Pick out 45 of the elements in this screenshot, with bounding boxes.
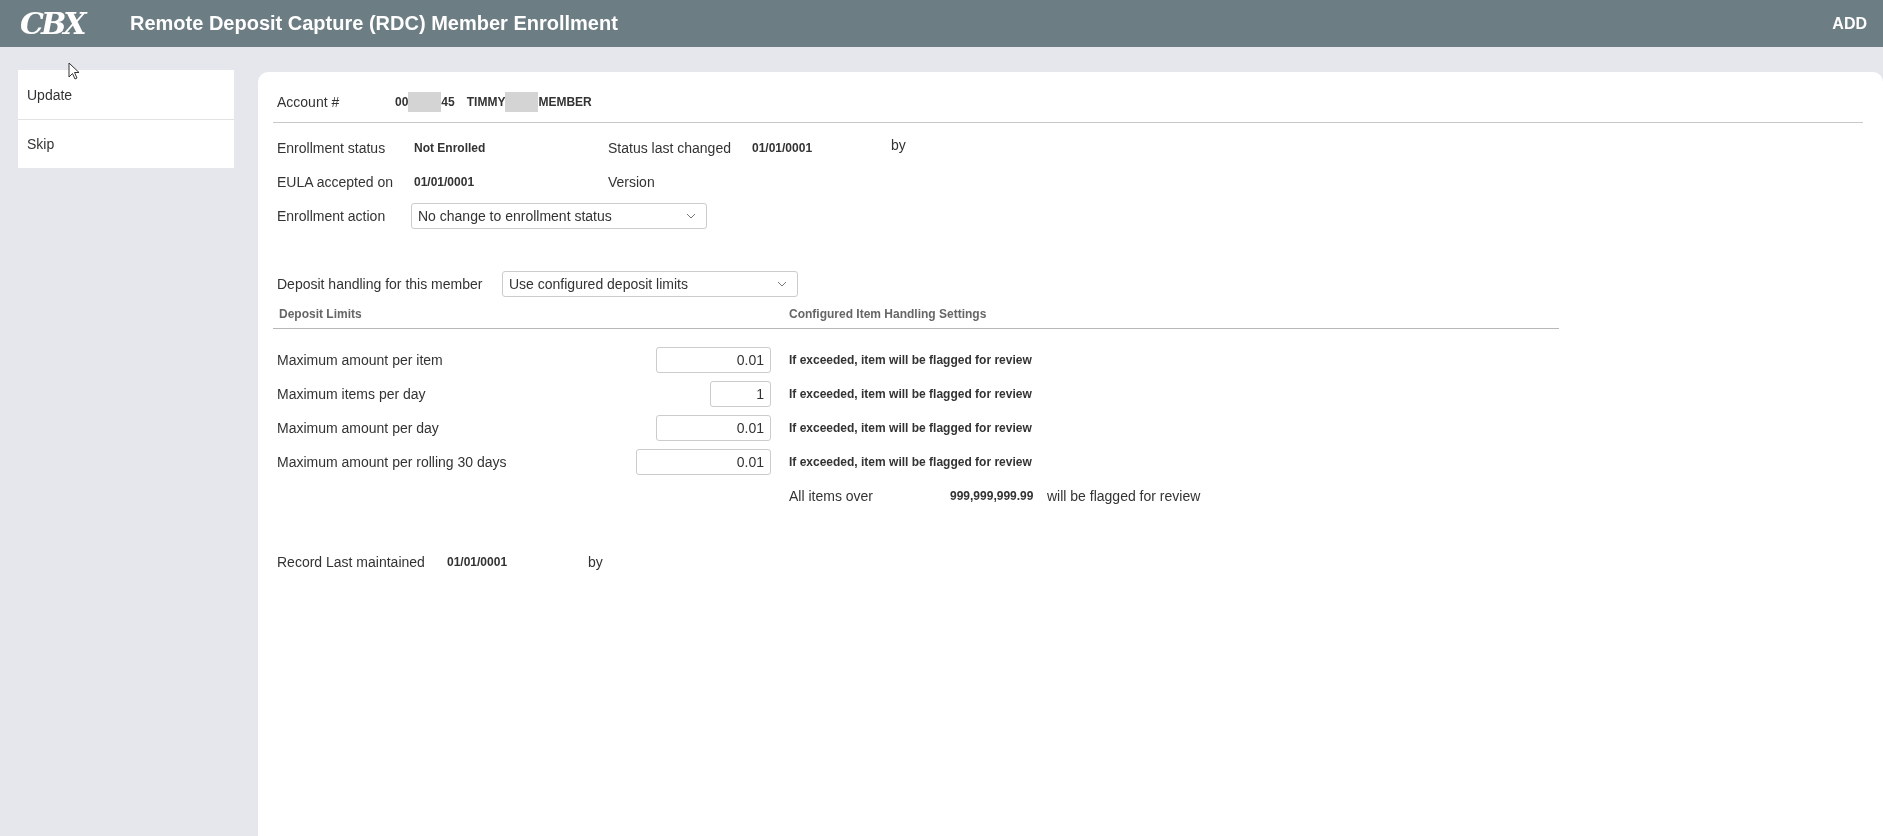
field-value: Not Enrolled: [414, 141, 487, 155]
cursor-icon: [68, 62, 80, 80]
field-value: 01/01/0001: [752, 141, 814, 155]
chevron-down-icon: [777, 281, 787, 287]
account-number: 00: [395, 95, 409, 109]
field-label: Version: [608, 174, 655, 190]
field-label: Enrollment status: [277, 140, 387, 156]
field-label: Record Last maintained: [277, 554, 426, 570]
handling-note: If exceeded, item will be flagged for review: [789, 455, 1033, 469]
limit-label: Maximum items per day: [277, 386, 427, 402]
field-label: Account #: [277, 94, 341, 110]
field-label: EULA accepted on: [277, 174, 394, 190]
amount-field[interactable]: 0.01: [656, 347, 771, 373]
section-heading: Deposit Limits: [279, 307, 363, 321]
field-label: Deposit handling for this member: [277, 276, 484, 292]
field-label: by: [891, 137, 906, 153]
field-label: will be flagged for review: [1047, 488, 1201, 504]
amount-field[interactable]: 0.01: [656, 415, 771, 441]
field-label: Status last changed: [608, 140, 732, 156]
field-value: 01/01/0001: [447, 555, 509, 569]
deposit-handling-dropdown[interactable]: Use configured deposit limits: [502, 271, 798, 297]
amount-field[interactable]: 1: [710, 381, 771, 407]
member-name: MEMBER: [538, 95, 592, 109]
limit-label: Maximum amount per item: [277, 352, 444, 368]
redaction-bar: [505, 92, 539, 112]
account-number: 45: [441, 95, 455, 109]
handling-note: If exceeded, item will be flagged for review: [789, 421, 1033, 435]
field-label: by: [588, 554, 603, 570]
field-value: 01/01/0001: [414, 175, 476, 189]
page-title: Remote Deposit Capture (RDC) Member Enrollment: [130, 12, 618, 35]
field-label: Enrollment action: [277, 208, 387, 224]
enrollment-action-dropdown[interactable]: No change to enrollment status: [411, 203, 707, 229]
add-label: ADD: [1832, 14, 1867, 33]
handling-note: If exceeded, item will be flagged for review: [789, 353, 1033, 367]
logo: CBX: [20, 5, 86, 43]
limit-label: Maximum amount per rolling 30 days: [277, 454, 508, 470]
field-label: All items over: [789, 488, 875, 504]
amount-field[interactable]: 0.01: [636, 449, 771, 475]
limit-label: Maximum amount per day: [277, 420, 440, 436]
threshold-value: 999,999,999.99: [950, 489, 1035, 503]
redaction-bar: [408, 92, 442, 112]
member-name: TIMMY: [466, 95, 506, 109]
chevron-down-icon: [686, 213, 696, 219]
handling-note: If exceeded, item will be flagged for review: [789, 387, 1033, 401]
section-heading: Configured Item Handling Settings: [789, 307, 987, 321]
